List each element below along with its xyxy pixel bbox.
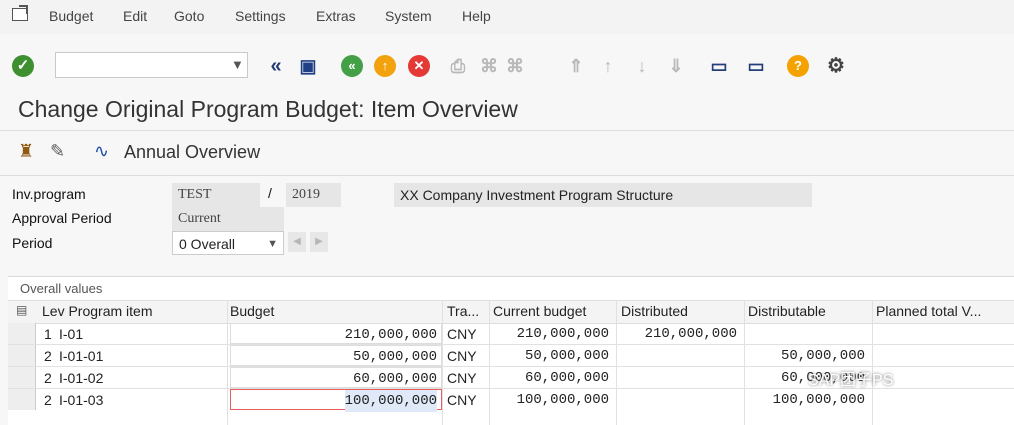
budget-value: 60,000,000 [352, 371, 437, 387]
row-level: 1 [44, 326, 52, 342]
print-icon: ⎙ [450, 56, 466, 76]
menu-budget[interactable]: Budget [49, 8, 93, 24]
exit-icon[interactable]: ↑ [374, 55, 396, 77]
settings-gear-icon[interactable]: ⚙ [824, 52, 848, 80]
row-currency: CNY [447, 392, 477, 408]
approval-period-label: Approval Period [12, 210, 112, 226]
create-session-icon[interactable]: ▭ [706, 52, 732, 80]
chevron-down-icon: ▼ [267, 238, 278, 250]
back-double-arrow-icon[interactable]: « [264, 52, 288, 80]
application-toolbar: ♜ ✎ ∿ Annual Overview [0, 130, 1014, 176]
budget-value: 100,000,000 [344, 390, 437, 412]
help-icon[interactable]: ? [787, 55, 809, 77]
menu-settings[interactable]: Settings [235, 8, 286, 24]
period-prev-icon: ◀ [288, 232, 306, 252]
row-selector[interactable] [8, 367, 36, 388]
menu-system[interactable]: System [385, 8, 432, 24]
table-row[interactable]: 2 I-01-01 50,000,000 CNY 50,000,000 50,0… [8, 345, 1014, 367]
hierarchy-icon[interactable]: ♜ [18, 141, 34, 162]
row-current-budget: 100,000,000 [516, 392, 609, 408]
row-selector[interactable] [8, 345, 36, 366]
row-level: 2 [44, 392, 52, 408]
command-field[interactable] [55, 52, 248, 78]
budget-input[interactable]: 50,000,000 [230, 345, 442, 366]
approval-period-field: Current [172, 207, 284, 231]
table-header: ▤ Lev Program item Budget Tra... Current… [8, 300, 1014, 324]
year-field: 2019 [286, 183, 341, 207]
period-select[interactable]: 0 Overall ▼ [172, 231, 284, 255]
budget-input[interactable]: 210,000,000 [230, 323, 442, 344]
row-current-budget: 60,000,000 [524, 370, 609, 386]
budget-input-active[interactable]: 100,000,000 [230, 389, 442, 412]
program-description: XX Company Investment Program Structure [394, 183, 812, 207]
period-label: Period [12, 235, 53, 251]
row-distributed [623, 345, 737, 367]
row-level: 2 [44, 348, 52, 364]
table-row[interactable]: 2 I-01-03 100,000,000 CNY 100,000,000 10… [8, 389, 1014, 412]
col-distributed[interactable]: Distributed [621, 303, 688, 319]
cancel-icon[interactable]: ✕ [408, 55, 430, 77]
row-currency: CNY [447, 326, 477, 342]
row-program-item: I-01-03 [59, 392, 104, 408]
first-page-icon: ⇑ [568, 56, 584, 76]
row-program-item: I-01-02 [59, 370, 104, 386]
watermark: SAP团子PS [808, 372, 894, 389]
next-page-icon: ↓ [637, 56, 647, 76]
menu-help[interactable]: Help [462, 8, 491, 24]
col-planned-total[interactable]: Planned total V... [876, 303, 981, 319]
prev-page-icon: ↑ [603, 56, 613, 76]
table-title: Overall values [20, 281, 103, 296]
shortcut-icon[interactable]: ▭ [743, 52, 769, 80]
row-distributed [623, 389, 737, 411]
table-row[interactable]: 1 I-01 210,000,000 CNY 210,000,000 210,0… [8, 323, 1014, 345]
row-distributed: 210,000,000 [644, 326, 737, 342]
find-icon: ⌘ [480, 56, 498, 76]
col-lev-program-item[interactable]: Lev Program item [42, 303, 152, 319]
annual-overview-icon[interactable]: ∿ [94, 141, 109, 162]
last-page-icon: ⇓ [668, 56, 684, 76]
budget-value: 210,000,000 [344, 327, 437, 343]
back-icon[interactable]: « [341, 55, 363, 77]
menu-edit[interactable]: Edit [123, 8, 147, 24]
row-current-budget: 210,000,000 [516, 326, 609, 342]
col-distributable[interactable]: Distributable [748, 303, 826, 319]
row-selector[interactable] [8, 323, 36, 344]
annual-overview-button[interactable]: Annual Overview [124, 142, 260, 163]
menu-bar: Budget Edit Goto Settings Extras System … [0, 0, 1014, 35]
row-distributed [623, 367, 737, 389]
budget-value: 50,000,000 [352, 349, 437, 365]
menu-exit-icon[interactable] [12, 8, 28, 21]
command-dropdown-icon[interactable]: ▼ [231, 57, 244, 72]
menu-goto[interactable]: Goto [174, 8, 204, 24]
inv-program-label: Inv.program [12, 186, 86, 202]
row-level: 2 [44, 370, 52, 386]
document-edit-icon[interactable]: ✎ [50, 141, 65, 162]
year-separator: / [268, 185, 272, 201]
enter-check-icon[interactable]: ✓ [12, 55, 34, 77]
col-current-budget[interactable]: Current budget [493, 303, 586, 319]
col-budget[interactable]: Budget [230, 303, 274, 319]
overall-values-table: Overall values ▤ Lev Program item Budget… [8, 276, 1014, 425]
inv-program-field: TEST [172, 183, 260, 207]
row-distributable: 50,000,000 [780, 348, 865, 364]
row-currency: CNY [447, 370, 477, 386]
table-settings-icon[interactable]: ▤ [16, 303, 27, 317]
save-icon[interactable]: ▣ [296, 52, 320, 80]
row-program-item: I-01 [59, 326, 84, 342]
page-title: Change Original Program Budget: Item Ove… [18, 96, 518, 122]
find-next-icon: ⌘ [506, 56, 524, 76]
row-program-item: I-01-01 [59, 348, 104, 364]
row-current-budget: 50,000,000 [524, 348, 609, 364]
row-distributable [751, 323, 865, 345]
period-next-icon: ▶ [310, 232, 328, 252]
col-transaction-currency[interactable]: Tra... [447, 303, 479, 319]
budget-input[interactable]: 60,000,000 [230, 367, 442, 388]
row-distributable: 100,000,000 [772, 392, 865, 408]
menu-extras[interactable]: Extras [316, 8, 356, 24]
row-selector[interactable] [8, 389, 36, 410]
period-value: 0 Overall [179, 236, 236, 252]
row-currency: CNY [447, 348, 477, 364]
